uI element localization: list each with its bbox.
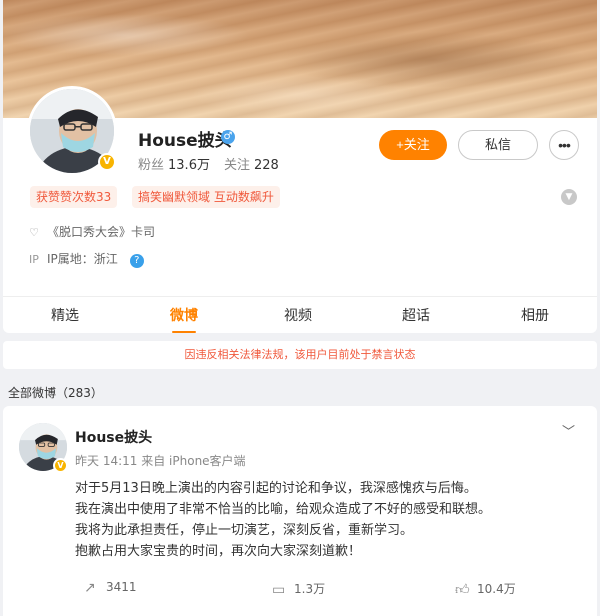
ban-notice: 因违反相关法律法规，该用户目前处于禁言状态 [3,341,597,369]
thumbs-up-icon: 👍︎ [455,582,470,598]
like-count: 10.4万 [477,582,516,596]
followers-label: 粉丝 [138,158,165,173]
comment-button[interactable]: ▭ 1.3万 [272,580,325,598]
profile-name: House披头 [138,131,232,151]
post-meta: 昨天 14:11 来自 iPhone客户端 [75,452,246,469]
location-pin-icon: IP [29,253,39,266]
post-author[interactable]: House披头 [75,427,152,447]
trending-tag[interactable]: 搞笑幽默领域 互动数飙升 [132,186,280,208]
post-text-line: 我在演出中使用了非常不恰当的比喻，给观众造成了不好的感受和联想。 [75,502,492,517]
share-icon: ↗ [84,580,96,596]
help-icon[interactable]: ? [129,254,144,268]
verified-badge-icon: V [53,458,68,473]
tab-videos[interactable]: 视频 [268,305,328,325]
chevron-down-icon[interactable]: ▼ [561,189,577,205]
male-gender-icon: ♂ [221,130,235,144]
tab-featured[interactable]: 精选 [35,305,95,325]
following-count[interactable]: 228 [254,158,279,173]
tab-album[interactable]: 相册 [505,305,565,325]
show-label: 《脱口秀大会》卡司 [47,225,156,239]
repost-count: 3411 [106,580,137,594]
comment-count: 1.3万 [294,582,326,596]
shield-icon: ♡ [29,226,39,239]
likes-tag[interactable]: 获赞赞次数33 [30,186,118,208]
post-text-line: 抱歉占用大家宝贵的时间，再次向大家深刻道歉！ [75,544,362,559]
post-text-line: 我将为此承担责任，停止一切演艺，深刻反省，重新学习。 [75,523,414,538]
weibo-count: 全部微博（283） [8,386,103,400]
tab-weibo[interactable]: 微博 [154,305,214,325]
comment-icon: ▭ [272,582,286,598]
active-tab-indicator [172,331,196,333]
post-text-line: 对于5月13日晚上演出的内容引起的讨论和争议，我深感愧疚与后悔。 [75,481,477,496]
ip-location: IP属地：浙江 [47,252,118,266]
tab-supertopic[interactable]: 超话 [386,305,446,325]
post-time[interactable]: 昨天 14:11 [75,454,137,468]
ip-info-row: IP IP属地：浙江? [27,250,144,268]
post-menu-chevron-icon[interactable]: ﹀ [562,421,575,440]
profile-tabs: 精选 微博 视频 超话 相册 [3,296,597,333]
followers-count[interactable]: 13.6万 [168,158,210,173]
show-info-row: ♡ 《脱口秀大会》卡司 [27,223,155,241]
repost-button[interactable]: ↗ 3411 [84,580,137,596]
following-label: 关注 [223,158,250,173]
message-button[interactable]: 私信 [458,130,538,160]
like-button[interactable]: 👍︎ 10.4万 [455,580,516,598]
profile-card: V House披头 ♂ 粉丝 13.6万 关注 228 +关注 私信 ••• 获赞赞次… [3,0,597,333]
profile-stats: 粉丝 13.6万 关注 228 [138,154,279,173]
verified-badge-icon: V [98,153,116,171]
more-options-button[interactable]: ••• [549,130,579,160]
follow-button[interactable]: +关注 [379,130,447,160]
post-source: 来自 iPhone客户端 [141,454,246,468]
